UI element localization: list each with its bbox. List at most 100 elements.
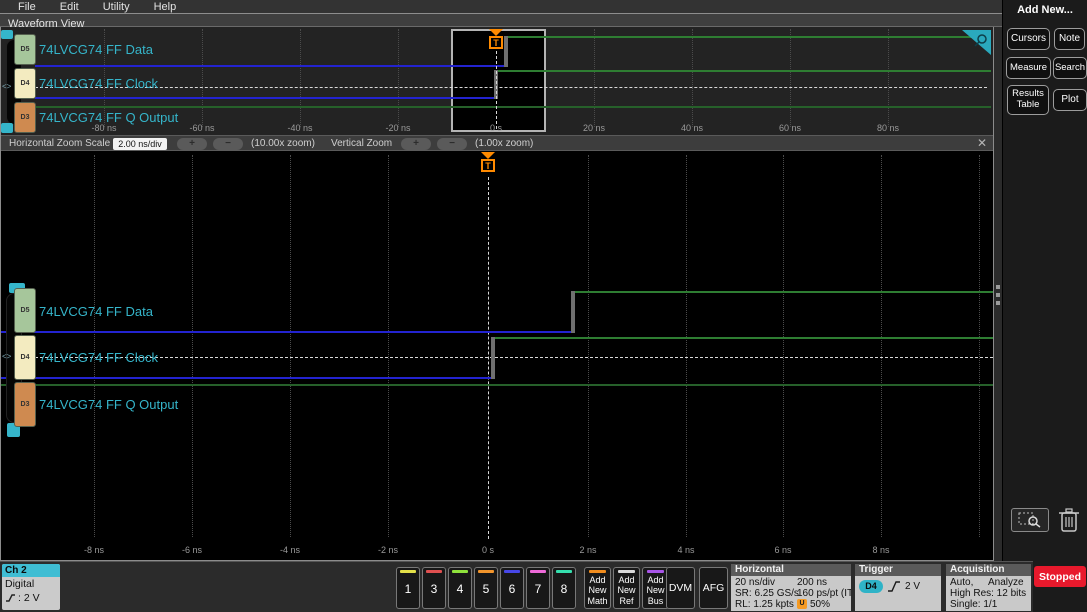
v-zoom-increase-button[interactable]: + — [401, 138, 431, 150]
channel-button-7[interactable]: 7 — [526, 567, 550, 609]
badge-text: D4 — [20, 80, 30, 87]
trigger-marker-icon[interactable]: T — [481, 159, 495, 172]
main-tick: -8 ns — [83, 545, 105, 555]
trigger-source-badge: D4 — [859, 580, 883, 593]
acquisition-panel[interactable]: Acquisition Auto, Analyze High Res: 12 b… — [946, 564, 1031, 611]
channel-badge-d4[interactable]: D4 — [14, 68, 36, 99]
cursors-button[interactable]: Cursors — [1007, 28, 1050, 50]
grid-line — [398, 29, 399, 127]
dvm-button[interactable]: DVM — [666, 567, 695, 609]
acquisition-panel-title: Acquisition — [946, 564, 1031, 576]
rising-edge-icon — [888, 581, 900, 592]
h-zoom-increase-button[interactable]: + — [177, 138, 207, 150]
horizontal-panel[interactable]: Horizontal 20 ns/div 200 ns SR: 6.25 GS/… — [731, 564, 851, 611]
h-zoom-factor-label: (10.00x zoom) — [251, 138, 315, 149]
channel-2-header: Ch 2 — [2, 564, 60, 577]
overview-d4-low-segment — [35, 97, 496, 99]
main-d4-rising-edge — [491, 337, 495, 379]
channel-2-card[interactable]: Ch 2 Digital : 2 V — [2, 564, 60, 610]
channel-badge-d3[interactable]: D3 — [14, 382, 36, 427]
h-zoom-decrease-button[interactable]: − — [213, 138, 243, 150]
overview-tick: -80 ns — [91, 123, 117, 133]
trash-icon[interactable] — [1057, 506, 1081, 534]
channel-button-1[interactable]: 1 — [396, 567, 420, 609]
channel-color-stripe — [556, 570, 572, 573]
channel-group-tab-top[interactable] — [1, 30, 13, 39]
channel-label-d5[interactable]: 74LVCG74 FF Data — [39, 42, 153, 57]
channel-label-d3[interactable]: 74LVCG74 FF Q Output — [39, 397, 178, 412]
position-badge-icon: U — [797, 599, 807, 609]
right-panel: Add New... Cursors Note Measure Search R… — [1002, 0, 1087, 612]
horizontal-zoom-scale-input[interactable]: 2.00 ns/div — [113, 138, 167, 150]
channel-badge-d5[interactable]: D5 — [14, 34, 36, 65]
panel-splitter[interactable] — [994, 27, 1002, 561]
plot-button[interactable]: Plot — [1053, 89, 1087, 111]
record-length: RL: 1.25 kpts — [735, 599, 794, 610]
menu-help[interactable]: Help — [154, 1, 177, 13]
channel-badge-d3[interactable]: D3 — [14, 102, 36, 133]
menu-edit[interactable]: Edit — [60, 1, 79, 13]
overview-d4-high-segment — [498, 70, 991, 72]
run-state-label: Stopped — [1039, 570, 1081, 583]
channel-label-d4[interactable]: 74LVCG74 FF Clock — [39, 76, 158, 91]
zoom-region-button[interactable] — [1011, 508, 1049, 532]
main-tick: -4 ns — [279, 545, 301, 555]
channel-button-8[interactable]: 8 — [552, 567, 576, 609]
overview-tick: 80 ns — [876, 123, 900, 133]
add-new-math-button[interactable]: Add New Math — [584, 567, 611, 609]
grid-line — [692, 29, 693, 127]
v-zoom-decrease-button[interactable]: − — [437, 138, 467, 150]
main-d5-high-segment — [575, 291, 993, 293]
search-button[interactable]: Search — [1053, 57, 1087, 79]
channel-color-stripe — [478, 570, 494, 573]
menu-file[interactable]: File — [18, 1, 36, 13]
overview-tick: 20 ns — [582, 123, 606, 133]
main-d4-baseline-dashed — [35, 357, 993, 358]
expand-icon[interactable]: <> — [2, 352, 11, 361]
channel-badge-d5[interactable]: D5 — [14, 288, 36, 333]
vertical-zoom-label: Vertical Zoom — [331, 138, 393, 149]
badge-text: D5 — [20, 46, 30, 53]
close-zoom-icon[interactable]: ✕ — [977, 136, 987, 150]
oscilloscope-screen: File Edit Utility Help Waveform View <> … — [0, 0, 1087, 612]
overview-tick: 60 ns — [778, 123, 802, 133]
measure-button[interactable]: Measure — [1006, 57, 1051, 79]
status-bar: Ch 2 Digital : 2 V 1 3 4 5 6 7 8 Add New… — [0, 561, 1033, 612]
trigger-marker-arrow[interactable] — [489, 29, 503, 36]
acquisition-single: Single: 1/1 — [950, 599, 998, 610]
trigger-marker-icon[interactable]: T — [489, 36, 503, 49]
zoom-corner-flag-icon[interactable] — [962, 29, 992, 56]
trigger-panel-title: Trigger — [855, 564, 941, 576]
run-stop-status-button[interactable]: Stopped — [1034, 566, 1086, 587]
waveform-area: <> D5 D4 D3 74LVCG74 FF Data 74LVCG74 FF… — [0, 27, 994, 561]
acquisition-mode: Auto, — [950, 577, 974, 588]
grid-line — [979, 155, 980, 537]
afg-button[interactable]: AFG — [699, 567, 728, 609]
channel-button-6[interactable]: 6 — [500, 567, 524, 609]
menu-utility[interactable]: Utility — [103, 1, 130, 13]
channel-label-d4[interactable]: 74LVCG74 FF Clock — [39, 350, 158, 365]
channel-button-5[interactable]: 5 — [474, 567, 498, 609]
add-new-bus-button[interactable]: Add New Bus — [642, 567, 669, 609]
grid-line — [686, 155, 687, 537]
expand-icon[interactable]: <> — [2, 82, 11, 91]
main-tick: 4 ns — [677, 545, 695, 555]
channel-label-d5[interactable]: 74LVCG74 FF Data — [39, 304, 153, 319]
trigger-marker-arrow[interactable] — [481, 152, 495, 159]
channel-badge-d4[interactable]: D4 — [14, 335, 36, 380]
overview-tick: -40 ns — [287, 123, 313, 133]
zoom-toolbar: Horizontal Zoom Scale 2.00 ns/div + − (1… — [1, 135, 993, 151]
add-new-ref-button[interactable]: Add New Ref — [613, 567, 640, 609]
results-table-button[interactable]: Results Table — [1007, 85, 1049, 115]
ref-color-stripe — [618, 570, 635, 573]
note-button[interactable]: Note — [1054, 28, 1085, 50]
trigger-panel[interactable]: Trigger D4 2 V — [855, 564, 941, 611]
add-button-label: Add New Bus — [646, 575, 665, 606]
channel-button-3[interactable]: 3 — [422, 567, 446, 609]
grid-line — [783, 155, 784, 537]
channel-button-4[interactable]: 4 — [448, 567, 472, 609]
add-new-title: Add New... — [1017, 4, 1073, 16]
channel-group-tab-bottom[interactable] — [1, 123, 13, 133]
splitter-drag-handle-icon[interactable] — [996, 285, 1000, 305]
horizontal-scale: 20 ns/div — [735, 577, 776, 588]
